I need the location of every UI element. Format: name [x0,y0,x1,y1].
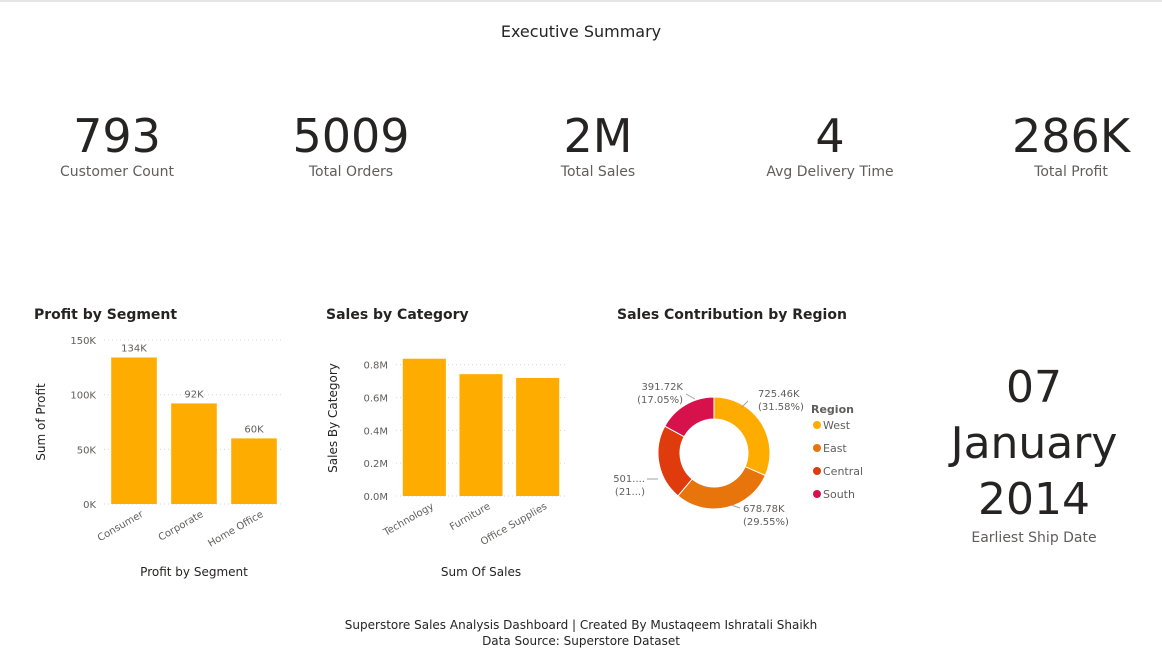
slice-value-label: 391.72K [641,382,683,393]
x-tick-label: Corporate [157,509,206,544]
legend-marker [813,444,821,452]
legend-marker [813,421,821,429]
profit-by-segment-chart[interactable]: 0K 50K 100K 150K 134K Consumer 92K Corporate 60K… [28,326,298,588]
footer: Superstore Sales Analysis Dashboard | Cr… [0,617,1162,649]
legend-title: Region [811,403,854,416]
y-tick-label: 0.4M [363,426,388,437]
legend-marker [813,467,821,475]
kpi-value: 793 [73,109,161,163]
x-tick-label: Consumer [96,509,146,544]
date-year: 2014 [978,474,1090,525]
kpi-total-sales[interactable]: 2M Total Sales [483,108,713,180]
slice-value-label: 501.... [613,474,645,485]
kpi-value: 4 [815,109,845,163]
kpi-label: Total Orders [308,164,394,180]
region-chart-title: Sales Contribution by Region [617,307,847,323]
legend-marker [813,490,821,498]
y-axis-title: Sum of Profit [34,383,48,461]
sales-by-category-chart[interactable]: 0.0M0.2M0.4M0.6M0.8MTechnology FurnitureO… [318,326,588,588]
y-tick-label: 0K [83,500,96,511]
kpi-label: Customer Count [59,164,175,180]
kpi-total-profit[interactable]: 286K Total Profit [956,108,1162,180]
bar [231,438,277,504]
bar [516,377,560,496]
kpi-total-orders[interactable]: 5009 Total Orders [236,108,466,180]
legend-label: East [823,442,847,455]
x-axis-title: Profit by Segment [140,565,248,579]
donut-slice [657,425,693,497]
y-tick-label: 150K [70,336,96,347]
kpi-label: Total Sales [560,164,636,180]
footer-source: Data Source: Superstore Dataset [482,634,680,648]
date-day: 07 [1006,362,1062,413]
kpi-customer-count[interactable]: 793 Customer Count [2,108,232,180]
y-tick-label: 100K [70,391,96,402]
bar [111,357,157,504]
y-axis-title: Sales By Category [326,363,340,473]
y-tick-label: 0.2M [363,459,388,470]
donut-slice [677,466,766,510]
kpi-value: 286K [1012,109,1130,163]
slice-percent-label: (21...) [615,487,645,498]
bar [459,374,503,496]
footer-credit: Superstore Sales Analysis Dashboard | Cr… [344,618,818,632]
slice-value-label: 678.78K [743,504,785,515]
bar-data-label: 134K [121,343,147,354]
slice-percent-label: (31.58%) [758,402,804,413]
leader-line [685,393,696,400]
sales-chart-title: Sales by Category [326,307,469,323]
legend-label: South [823,488,855,501]
bar [171,403,217,504]
x-tick-label: Furniture [448,501,492,533]
kpi-value: 5009 [292,109,410,163]
page-title: Executive Summary [500,22,662,41]
sales-by-region-donut-chart[interactable]: 725.46K (31.58%) 678.78K (29.55%) 501.... (21… [600,326,900,556]
y-tick-label: 0.6M [363,393,388,404]
bar [402,358,446,496]
kpi-avg-delivery-time[interactable]: 4 Avg Delivery Time [715,108,945,180]
bar-data-label: 92K [184,389,204,400]
y-tick-label: 50K [77,445,97,456]
date-month: January [950,418,1118,469]
kpi-label: Avg Delivery Time [766,164,894,180]
date-card-label: Earliest Ship Date [971,530,1097,546]
bar-data-label: 60K [244,424,264,435]
top-divider [0,0,1162,2]
y-tick-label: 0.0M [363,492,388,503]
x-tick-label: Home Office [206,509,265,549]
slice-percent-label: (17.05%) [637,395,683,406]
slice-percent-label: (29.55%) [743,517,789,528]
earliest-ship-date-card[interactable]: 07 January 2014 Earliest Ship Date [920,360,1148,546]
y-tick-label: 0.8M [363,361,388,372]
kpi-value: 2M [563,109,633,163]
x-axis-title: Sum Of Sales [441,565,521,579]
profit-chart-title: Profit by Segment [34,307,178,323]
x-tick-label: Technology [381,501,436,539]
legend-label: West [823,419,851,432]
leader-line [730,504,741,509]
legend-label: Central [823,465,863,478]
slice-value-label: 725.46K [758,389,800,400]
kpi-label: Total Profit [1034,164,1108,180]
